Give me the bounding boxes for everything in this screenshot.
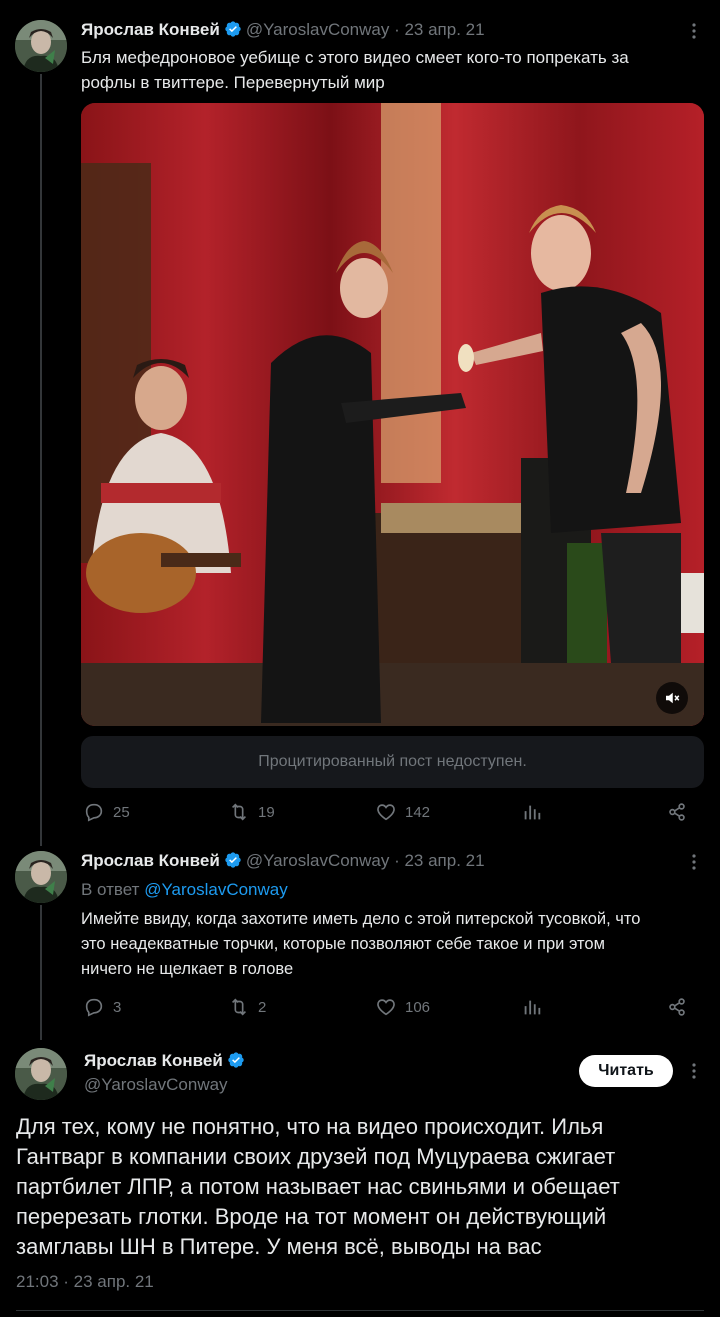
follow-button[interactable]: Читать <box>579 1055 673 1087</box>
handle-date[interactable]: @YaroslavConway · 23 апр. 21 <box>246 851 485 870</box>
thread-line-1 <box>40 74 42 846</box>
like-icon <box>377 804 395 821</box>
retweet-icon <box>231 803 247 821</box>
reply-button[interactable]: 3 <box>83 996 121 1018</box>
avatar-image <box>15 20 67 72</box>
reply-count: 3 <box>113 998 122 1016</box>
views-button[interactable] <box>521 996 543 1018</box>
views-icon <box>524 1000 541 1015</box>
quoted-post-unavailable: Процитированный пост недоступен. <box>81 736 704 788</box>
like-button[interactable]: 142 <box>375 801 430 823</box>
video-player[interactable] <box>81 103 704 726</box>
mute-icon <box>666 692 680 704</box>
tweet-text-line: Бля мефедроновое уебище с этого видео см… <box>81 48 629 67</box>
author-name[interactable]: Ярослав Конвей <box>81 20 220 39</box>
author-name[interactable]: Ярослав Конвей <box>84 1051 223 1070</box>
avatar-image <box>15 851 67 903</box>
video-frame <box>81 103 704 726</box>
tweet-text-line: Гантварг в компании своих друзей под Муц… <box>16 1144 616 1169</box>
like-count: 142 <box>405 803 431 821</box>
share-icon <box>669 998 685 1016</box>
timestamp[interactable]: 21:03 · 23 апр. 21 <box>16 1272 154 1292</box>
avatar[interactable] <box>15 1048 67 1100</box>
avatar-image <box>15 1048 67 1100</box>
retweet-count: 2 <box>258 998 267 1016</box>
like-button[interactable]: 106 <box>375 996 430 1018</box>
tweet-text-line: это неадекватные торчки, которые позволя… <box>81 935 605 953</box>
reply-prefix: В ответ <box>81 880 140 899</box>
tweet-text-line: замглавы ШН в Питере. У меня всё, выводы… <box>16 1234 542 1259</box>
tweet-text-line: перерезать глотки. Вроде на тот момент о… <box>16 1204 607 1229</box>
thread-line-2 <box>40 905 42 1040</box>
verified-badge-icon <box>225 21 241 37</box>
handle-date[interactable]: @YaroslavConway · 23 апр. 21 <box>246 20 485 39</box>
avatar[interactable] <box>15 20 67 72</box>
views-icon <box>524 805 541 820</box>
tweet-text-line: Имейте ввиду, когда захотите иметь дело … <box>81 910 641 928</box>
like-count: 106 <box>405 998 431 1016</box>
tweet-text: Для тех, кому не понятно, что на видео п… <box>16 1112 706 1262</box>
like-icon <box>377 999 395 1016</box>
reply-context: В ответ @YaroslavConway <box>81 879 288 901</box>
retweet-icon <box>231 998 247 1016</box>
reply-handle-link[interactable]: @YaroslavConway <box>144 880 288 899</box>
avatar[interactable] <box>15 851 67 903</box>
retweet-button[interactable]: 2 <box>228 996 266 1018</box>
reply-icon <box>85 803 103 822</box>
more-icon[interactable] <box>684 1061 704 1081</box>
views-button[interactable] <box>521 801 543 823</box>
more-icon[interactable] <box>684 852 704 872</box>
reply-icon <box>85 998 103 1017</box>
retweet-count: 19 <box>258 803 275 821</box>
verified-badge-icon <box>225 852 241 868</box>
tweet-text: Бля мефедроновое уебище с этого видео см… <box>81 45 629 95</box>
verified-badge-icon <box>228 1052 244 1068</box>
mute-button[interactable] <box>656 682 688 714</box>
reply-button[interactable]: 25 <box>83 801 130 823</box>
tweet-text: Имейте ввиду, когда захотите иметь дело … <box>81 907 640 982</box>
divider <box>16 1310 704 1311</box>
tweet-text-line: партбилет ЛПР, а потом называет нас свин… <box>16 1174 620 1199</box>
tweet-text-line: Для тех, кому не понятно, что на видео п… <box>16 1114 604 1139</box>
author-name[interactable]: Ярослав Конвей <box>81 851 220 870</box>
tweet-text-line: ничего не щелкает в голове <box>81 960 294 978</box>
share-button[interactable] <box>666 996 688 1018</box>
handle[interactable]: @YaroslavConway <box>84 1075 228 1094</box>
retweet-button[interactable]: 19 <box>228 801 275 823</box>
share-button[interactable] <box>666 801 688 823</box>
share-icon <box>669 803 685 821</box>
more-icon[interactable] <box>684 21 704 41</box>
tweet-text-line: рофлы в твиттере. Перевернутый мир <box>81 73 385 92</box>
reply-count: 25 <box>113 803 130 821</box>
